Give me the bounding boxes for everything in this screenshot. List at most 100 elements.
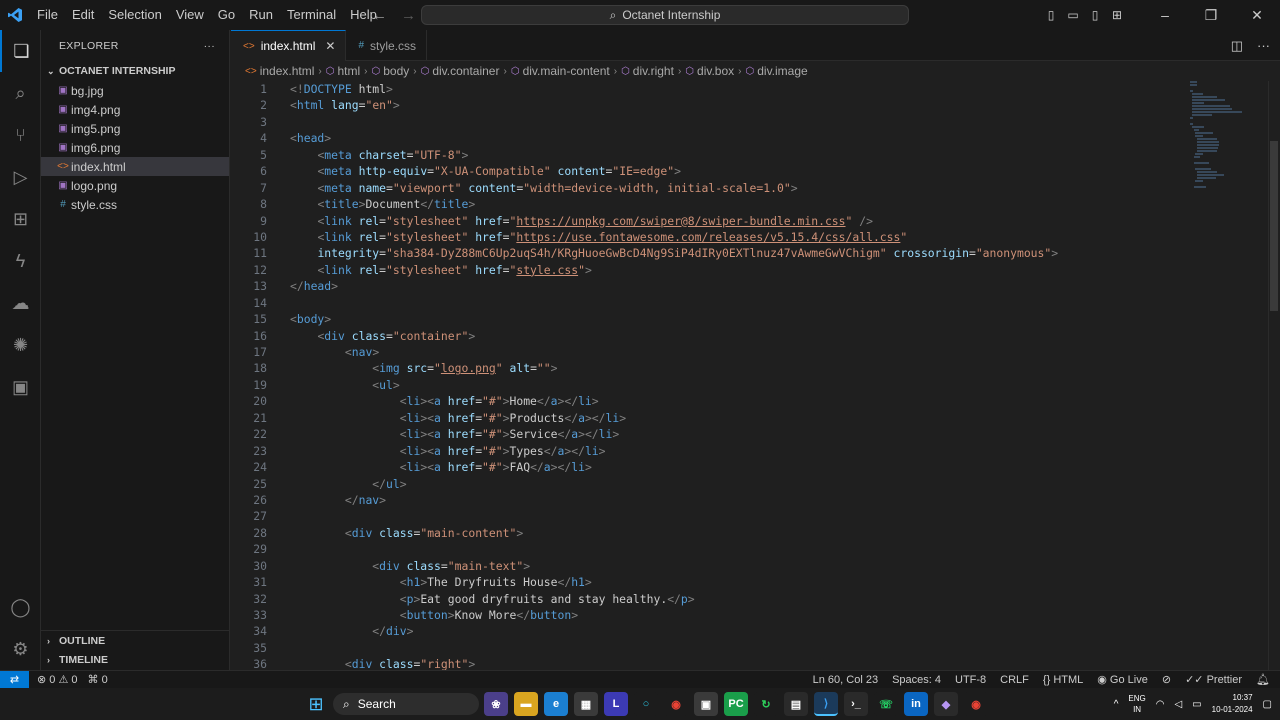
code-line[interactable]: 6 <meta http-equiv="X-UA-Compatible" con… [231, 163, 1191, 179]
code-line[interactable]: 5 <meta charset="UTF-8"> [231, 147, 1191, 163]
chrome-icon[interactable]: ◉ [664, 692, 688, 716]
folder-octanet-internship[interactable]: ⌄ OCTANET INTERNSHIP [41, 61, 229, 81]
file-item[interactable]: ▣ img4.png [41, 100, 229, 119]
language-indicator[interactable]: ENG IN [1128, 693, 1145, 715]
code-line[interactable]: 21 <li><a href="#">Products</a></li> [231, 410, 1191, 426]
code-line[interactable]: 24 <li><a href="#">FAQ</a></li> [231, 459, 1191, 475]
settings-gear-icon[interactable]: ⚙ [0, 628, 41, 670]
explorer-icon[interactable]: ❏ [0, 30, 41, 72]
close-window-button[interactable]: ✕ [1234, 7, 1280, 24]
minimap[interactable] [1190, 81, 1242, 211]
code-line[interactable]: 10 <link rel="stylesheet" href="https://… [231, 229, 1191, 245]
breadcrumb-item[interactable]: ⬡ div.box [685, 64, 734, 78]
forward-arrow-icon[interactable]: → [401, 7, 416, 24]
code-line[interactable]: 23 <li><a href="#">Types</a></li> [231, 443, 1191, 459]
breadcrumb-item[interactable]: ⬡ div.image [746, 64, 808, 78]
code-line[interactable]: 15 <body> [231, 311, 1191, 327]
code-line[interactable]: 3 [231, 114, 1191, 130]
customize-layout-icon[interactable]: ⊞ [1106, 8, 1128, 22]
chevron-up-icon[interactable]: ^ [1114, 699, 1119, 710]
code-line[interactable]: 28 <div class="main-content"> [231, 525, 1191, 541]
minimize-button[interactable]: – [1142, 7, 1188, 23]
code-line[interactable]: 18 <img src="logo.png" alt=""> [231, 360, 1191, 376]
code-line[interactable]: 14 [231, 295, 1191, 311]
ports-indicator[interactable]: ⌘ 0 [88, 673, 108, 686]
code-line[interactable]: 34 </div> [231, 623, 1191, 639]
problems-indicator[interactable]: ⊗ 0 ⚠ 0 [37, 673, 78, 686]
run-debug-icon[interactable]: ▷ [0, 156, 41, 198]
notifications-icon[interactable]: ▢ [1263, 699, 1272, 710]
scrollbar-thumb[interactable] [1270, 141, 1278, 311]
code-line[interactable]: 35 [231, 640, 1191, 656]
battery-icon[interactable]: ▭ [1192, 699, 1201, 710]
cortana-icon[interactable]: ○ [634, 692, 658, 716]
language-mode[interactable]: {} HTML [1043, 674, 1083, 686]
photos-icon[interactable]: ▣ [694, 692, 718, 716]
menu-item-file[interactable]: File [30, 0, 65, 30]
file-item[interactable]: ▣ logo.png [41, 176, 229, 195]
file-item[interactable]: # style.css [41, 195, 229, 214]
docker-icon[interactable]: ☁ [0, 282, 41, 324]
menu-item-terminal[interactable]: Terminal [280, 0, 343, 30]
code-line[interactable]: 4 <head> [231, 130, 1191, 146]
toggle-panel-icon[interactable]: ▭ [1062, 8, 1084, 22]
cursor-position[interactable]: Ln 60, Col 23 [813, 674, 878, 686]
notifications-off-icon[interactable]: ⊘ [1162, 673, 1171, 686]
file-explorer-icon[interactable]: ▬ [514, 692, 538, 716]
clock[interactable]: 10:37 10-01-2024 [1212, 692, 1253, 716]
code-line[interactable]: 25 </ul> [231, 476, 1191, 492]
tab-index-html[interactable]: <> index.html ✕ [231, 30, 347, 61]
code-line[interactable]: 32 <p>Eat good dryfruits and stay health… [231, 591, 1191, 607]
chatgpt-icon[interactable]: ✺ [0, 324, 41, 366]
toggle-secondary-sidebar-icon[interactable]: ▯ [1084, 8, 1106, 22]
more-actions-icon[interactable]: ··· [204, 40, 215, 52]
end-of-line[interactable]: CRLF [1000, 674, 1029, 686]
l-app-icon[interactable]: L [604, 692, 628, 716]
code-line[interactable]: 2 <html lang="en"> [231, 97, 1191, 113]
vscode-taskbar-icon[interactable]: ⟩ [814, 692, 838, 716]
code-line[interactable]: 7 <meta name="viewport" content="width=d… [231, 180, 1191, 196]
menu-item-run[interactable]: Run [242, 0, 280, 30]
breadcrumb-item[interactable]: ⬡ div.right [621, 64, 674, 78]
source-control-icon[interactable]: ⑂ [0, 114, 41, 156]
vertical-scrollbar[interactable] [1268, 81, 1280, 670]
outline-section[interactable]: › OUTLINE [41, 630, 230, 650]
linkedin-icon[interactable]: in [904, 692, 928, 716]
breadcrumb-item[interactable]: <> index.html [245, 64, 314, 78]
windows-start-icon[interactable]: ⊞ [305, 693, 327, 715]
widgets-icon[interactable]: ❀ [484, 692, 508, 716]
code-line[interactable]: 1 <!DOCTYPE html> [231, 81, 1191, 97]
command-center-search[interactable]: ⌕ Octanet Internship [421, 5, 909, 25]
menu-item-view[interactable]: View [169, 0, 211, 30]
breadcrumb-item[interactable]: ⬡ body [371, 64, 409, 78]
file-item[interactable]: ▣ bg.jpg [41, 81, 229, 100]
timeline-section[interactable]: › TIMELINE [41, 650, 230, 670]
code-line[interactable]: 27 [231, 508, 1191, 524]
taskbar-search[interactable]: ⌕ Search [333, 693, 479, 715]
split-editor-icon[interactable]: ◫ [1231, 38, 1243, 54]
code-line[interactable]: 9 <link rel="stylesheet" href="https://u… [231, 213, 1191, 229]
file-item[interactable]: <> index.html [41, 157, 229, 176]
code-line[interactable]: 36 <div class="right"> [231, 656, 1191, 670]
go-live-button[interactable]: ◉ Go Live [1097, 673, 1148, 686]
pycharm-icon[interactable]: PC [724, 692, 748, 716]
close-tab-icon[interactable]: ✕ [325, 39, 335, 53]
code-line[interactable]: 8 <title>Document</title> [231, 196, 1191, 212]
extensions-icon[interactable]: ⊞ [0, 198, 41, 240]
wifi-icon[interactable]: ◠ [1156, 699, 1165, 710]
back-arrow-icon[interactable]: ← [372, 7, 387, 24]
code-line[interactable]: 20 <li><a href="#">Home</a></li> [231, 393, 1191, 409]
code-line[interactable]: 29 [231, 541, 1191, 557]
breadcrumb-item[interactable]: ⬡ html [326, 64, 360, 78]
store-icon[interactable]: ▦ [574, 692, 598, 716]
bell-icon[interactable]: 🔔︎ [1256, 673, 1270, 686]
menu-item-go[interactable]: Go [211, 0, 242, 30]
tab-style-css[interactable]: # style.css [346, 30, 428, 61]
code-line[interactable]: 13 </head> [231, 278, 1191, 294]
menu-item-edit[interactable]: Edit [65, 0, 101, 30]
code-line[interactable]: 17 <nav> [231, 344, 1191, 360]
dev-tool-icon[interactable]: ▤ [784, 692, 808, 716]
refresh-app-icon[interactable]: ↻ [754, 692, 778, 716]
chrome-profile-icon[interactable]: ◉ [964, 692, 988, 716]
code-line[interactable]: 22 <li><a href="#">Service</a></li> [231, 426, 1191, 442]
